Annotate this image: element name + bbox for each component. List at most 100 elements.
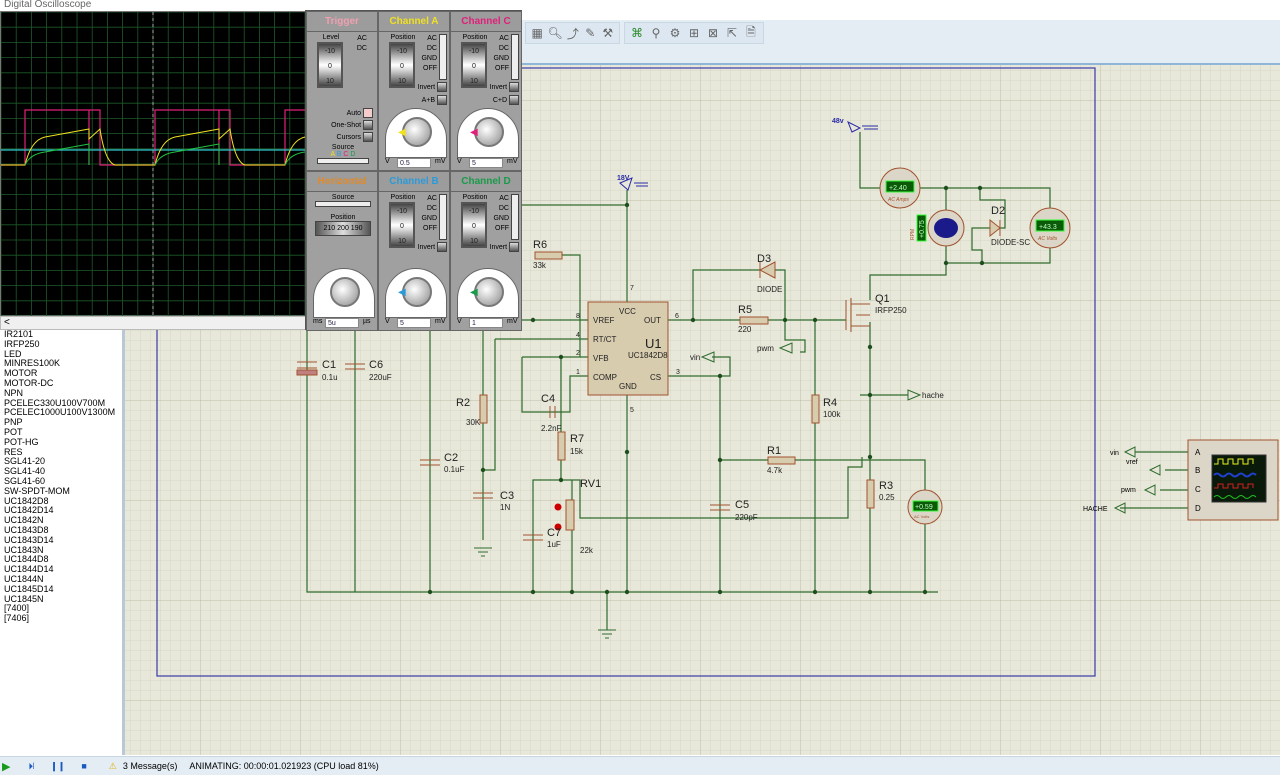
level-label: Level [322, 34, 340, 41]
u1-part: UC1842D8 [628, 351, 668, 360]
svg-text:7: 7 [630, 285, 634, 292]
svg-text:vin: vin [1110, 450, 1119, 457]
volts-div-knob[interactable]: ◀ [457, 108, 519, 158]
svg-text:A: A [1195, 448, 1201, 457]
toolbar-group-design: ⌘ ⚲ ⚙ ⊞ ⊠ ⇱ 🗎 [624, 22, 764, 44]
horizontal-source[interactable]: Source [315, 194, 371, 207]
channel-coupling[interactable]: AC DC GND OFF [489, 194, 509, 234]
volts-div-value[interactable]: 5 [469, 158, 503, 168]
netlist-icon[interactable]: ⌘ [629, 25, 645, 41]
svg-text:0.1u: 0.1u [322, 373, 338, 382]
volts-div-value[interactable]: 5 [397, 318, 431, 328]
svg-text:AC Volts: AC Volts [1037, 236, 1058, 242]
position-label: Position [390, 194, 416, 201]
svg-text:pwm: pwm [1121, 487, 1136, 494]
ammeter: +2.40 AC Amps [879, 167, 921, 209]
search-icon[interactable]: ⚲ [648, 25, 664, 41]
property-tool-icon[interactable]: ⚒ [601, 25, 615, 41]
potentiometer-rv1 [565, 499, 575, 531]
volts-div-knob[interactable]: ◀ [385, 268, 447, 318]
svg-text:220pF: 220pF [735, 513, 758, 522]
messages-count[interactable]: 3 Message(s) [123, 761, 178, 771]
combine-toggle[interactable]: A+B [422, 95, 447, 105]
svg-text:D3: D3 [757, 253, 771, 265]
coupling-slider[interactable] [511, 194, 519, 240]
volts-div-value[interactable]: 0.5 [397, 158, 431, 168]
svg-text:R6: R6 [533, 239, 547, 251]
channel-position-drum[interactable]: -10 0 10 [461, 42, 487, 88]
stop-button[interactable]: ■ [81, 761, 86, 771]
coupling-slider[interactable] [439, 34, 447, 80]
channel-title: Channel A [379, 12, 449, 32]
channel-coupling[interactable]: AC DC GND OFF [489, 34, 509, 74]
svg-text:0.25: 0.25 [879, 493, 895, 502]
coupling-slider[interactable] [439, 194, 447, 240]
svg-text:OUT: OUT [644, 316, 661, 325]
invert-toggle[interactable]: Invert [418, 242, 447, 252]
timebase-knob[interactable] [313, 268, 375, 318]
device-list-item[interactable]: [7406] [0, 613, 122, 624]
trigger-source[interactable]: Source A B C D [317, 144, 369, 164]
invert-toggle[interactable]: Invert [418, 82, 447, 92]
svg-text:C3: C3 [500, 490, 514, 502]
trigger-level-drum[interactable]: -10 0 10 [317, 42, 343, 88]
bom-icon[interactable]: 🗎 [743, 25, 759, 41]
step-button[interactable]: ⏵❘ [28, 761, 34, 772]
zoom-icon[interactable]: 🔍︎ [547, 25, 562, 41]
remove-sheet-icon[interactable]: ⊠ [705, 25, 721, 41]
channel-position-drum[interactable]: -10 0 10 [389, 202, 415, 248]
svg-text:DIODE: DIODE [757, 285, 782, 294]
trigger-coupling[interactable]: AC DC [347, 34, 367, 54]
simulation-status: ANIMATING: 00:00:01.021923 (CPU load 81%… [189, 761, 379, 771]
channel-position-drum[interactable]: -10 0 10 [461, 202, 487, 248]
one-shot-toggle[interactable]: One-Shot [331, 120, 373, 132]
wire-autorouter-icon[interactable]: ⤴ [566, 25, 580, 41]
svg-text:R3: R3 [879, 480, 893, 492]
invert-toggle[interactable]: Invert [490, 82, 519, 92]
svg-text:VREF: VREF [593, 316, 614, 325]
svg-text:5: 5 [630, 407, 634, 414]
warning-icon: ⚠ [108, 760, 117, 771]
channel-title: Channel D [451, 172, 521, 192]
terminal-pwm: pwm [757, 344, 774, 353]
svg-text:220uF: 220uF [369, 373, 392, 382]
resistor-r7 [557, 431, 566, 461]
auto-toggle[interactable]: Auto [331, 108, 373, 120]
design-explorer-icon[interactable]: ⚙ [667, 25, 683, 41]
new-sheet-icon[interactable]: ⊞ [686, 25, 702, 41]
channel-position-drum[interactable]: -10 0 10 [389, 42, 415, 88]
svg-text:2.2nF: 2.2nF [541, 424, 562, 433]
play-button[interactable]: ▶ [2, 760, 10, 773]
horizontal-position[interactable]: Position 210 200 190 [315, 214, 371, 236]
volts-div-value[interactable]: 1 [469, 318, 503, 328]
combine-toggle[interactable]: C+D [493, 95, 519, 105]
search-tag-icon[interactable]: ✎ [583, 25, 597, 41]
zoom-area-icon[interactable]: ▦ [530, 25, 544, 41]
timebase-value[interactable]: 5u [325, 318, 359, 328]
volts-div-knob[interactable]: ◀ [457, 268, 519, 318]
svg-text:+43.3: +43.3 [1039, 224, 1057, 231]
scroll-left-button[interactable]: < [4, 317, 10, 328]
svg-text:8: 8 [576, 313, 580, 320]
cursors-toggle[interactable]: Cursors [331, 132, 373, 144]
exit-to-parent-icon[interactable]: ⇱ [724, 25, 740, 41]
coupling-slider[interactable] [511, 34, 519, 80]
svg-text:C2: C2 [444, 452, 458, 464]
svg-text:GND: GND [619, 382, 637, 391]
oscilloscope-title: Digital Oscilloscope [4, 0, 96, 11]
oscilloscope-scrollbar[interactable]: < [0, 316, 306, 330]
channel-coupling[interactable]: AC DC GND OFF [417, 194, 437, 234]
svg-text:CS: CS [650, 373, 661, 382]
svg-text:220: 220 [738, 325, 752, 334]
svg-text:22k: 22k [580, 546, 594, 555]
channel-coupling[interactable]: AC DC GND OFF [417, 34, 437, 74]
svg-text:HACHE: HACHE [1083, 506, 1108, 513]
svg-text:4: 4 [576, 332, 580, 339]
svg-text:C: C [1195, 485, 1201, 494]
pause-button[interactable]: ❙❙ [50, 761, 65, 772]
svg-text:2: 2 [576, 350, 580, 357]
volts-div-knob[interactable]: ◀ [385, 108, 447, 158]
device-list[interactable]: IR2101 IRFP250 LED MINRES100K MOTOR MOTOR-DC N… [0, 329, 125, 755]
svg-text:R4: R4 [823, 397, 837, 409]
invert-toggle[interactable]: Invert [490, 242, 519, 252]
